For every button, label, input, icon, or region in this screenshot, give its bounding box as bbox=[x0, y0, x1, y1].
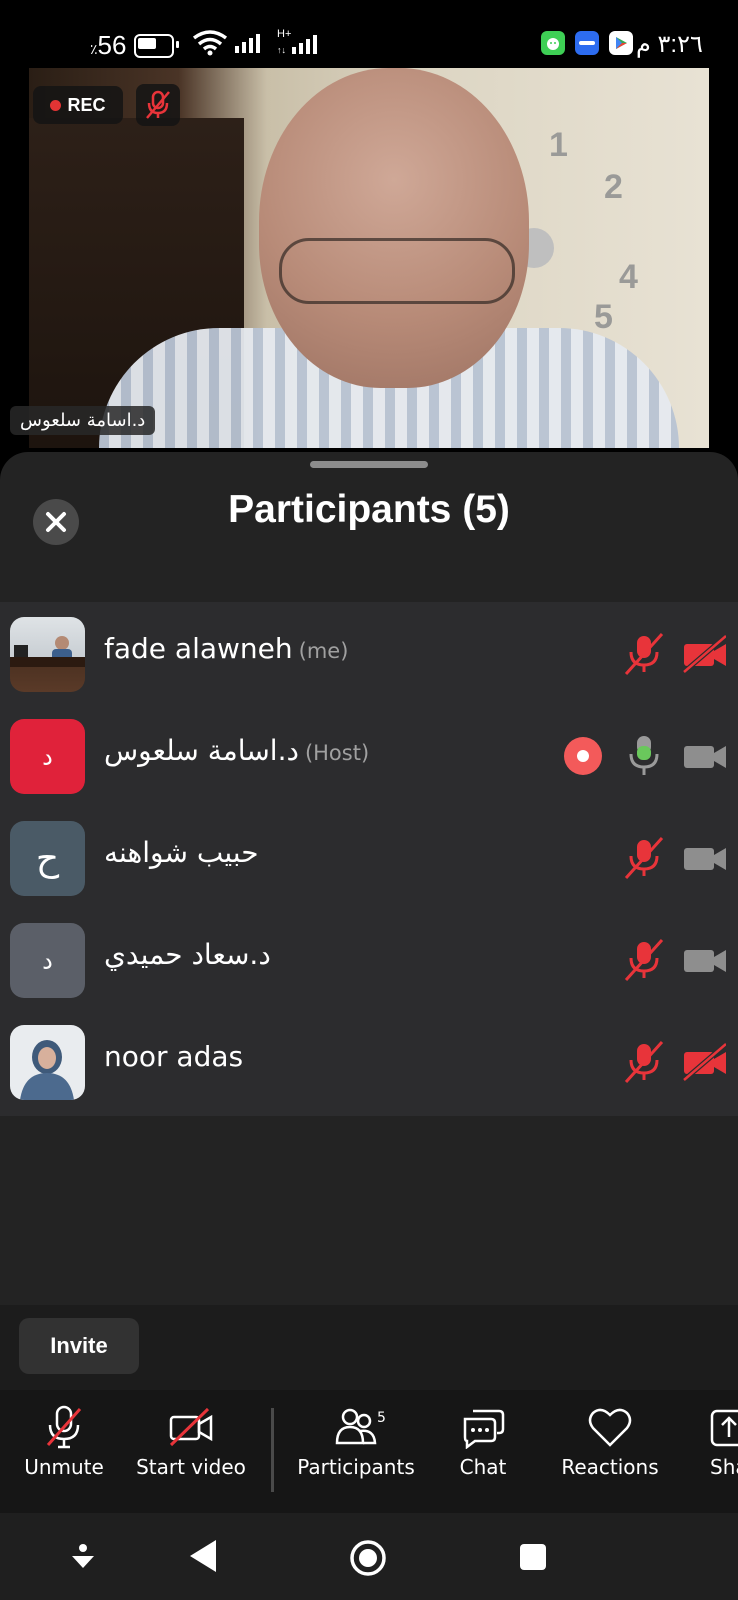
participant-name-line: fade alawneh (me) bbox=[104, 632, 348, 665]
signal-icon-2: ↑↓ bbox=[277, 35, 317, 55]
chat-button[interactable]: Chat bbox=[455, 1405, 511, 1495]
participant-name-line: د.سعاد حميدي bbox=[104, 938, 271, 971]
participant-avatar: ح bbox=[10, 821, 85, 896]
close-button[interactable] bbox=[33, 499, 79, 545]
mic-off-icon bbox=[46, 1405, 82, 1449]
participant-name-line: حبيب شواهنه bbox=[104, 836, 259, 869]
mic-on-icon[interactable] bbox=[622, 734, 666, 778]
recents-icon[interactable] bbox=[518, 1542, 548, 1572]
wall-clock-number: 2 bbox=[604, 168, 623, 206]
participant-avatar: د bbox=[10, 923, 85, 998]
unmute-button[interactable]: Unmute bbox=[22, 1405, 106, 1495]
wall-clock-number: 5 bbox=[594, 298, 613, 336]
battery-icon bbox=[134, 33, 180, 58]
toolbar-divider bbox=[271, 1408, 274, 1492]
svg-text:↑↓: ↑↓ bbox=[277, 45, 286, 55]
participants-count-badge: 5 bbox=[377, 1410, 386, 1426]
battery-indicator: ٪ 56 bbox=[90, 30, 180, 61]
participants-icon bbox=[335, 1408, 377, 1445]
start-video-label: Start video bbox=[136, 1455, 246, 1479]
participant-row[interactable]: د د.اسامة سلعوس (Host) bbox=[0, 704, 738, 806]
mic-muted-icon[interactable] bbox=[622, 938, 666, 982]
heart-icon bbox=[588, 1408, 632, 1447]
video-off-icon[interactable] bbox=[682, 632, 726, 676]
participant-row[interactable]: noor adas bbox=[0, 1010, 738, 1112]
home-icon[interactable] bbox=[348, 1538, 388, 1578]
mic-muted-icon[interactable] bbox=[622, 632, 666, 676]
keyboard-hide-icon[interactable] bbox=[68, 1542, 98, 1574]
share-icon bbox=[710, 1409, 738, 1447]
avatar-letter: ح bbox=[35, 838, 60, 879]
person-head bbox=[259, 68, 529, 388]
recording-status-icon bbox=[561, 734, 605, 778]
reactions-label: Reactions bbox=[561, 1455, 659, 1479]
participant-row[interactable]: fade alawneh (me) bbox=[0, 602, 738, 704]
participant-name: حبيب شواهنه bbox=[104, 836, 259, 869]
speaker-name-badge: د.اسامة سلعوس bbox=[10, 406, 156, 435]
share-label: Sha bbox=[710, 1455, 738, 1479]
reactions-button[interactable]: Reactions bbox=[561, 1405, 659, 1495]
start-video-button[interactable]: Start video bbox=[136, 1405, 246, 1495]
participants-label: Participants bbox=[297, 1455, 415, 1479]
share-button[interactable]: Sha bbox=[708, 1405, 738, 1495]
chat-icon bbox=[463, 1409, 505, 1449]
zoom-app-icon bbox=[575, 31, 599, 55]
avatar-letter: د bbox=[42, 946, 53, 975]
mic-muted-icon[interactable] bbox=[622, 1040, 666, 1084]
mic-off-icon bbox=[146, 90, 170, 119]
recording-indicator: REC bbox=[33, 86, 123, 124]
battery-level: 56 bbox=[97, 30, 127, 60]
invite-button[interactable]: Invite bbox=[19, 1318, 139, 1374]
video-off-icon bbox=[169, 1407, 213, 1447]
panel-title: Participants (5) bbox=[228, 488, 510, 531]
record-dot-icon bbox=[50, 99, 62, 111]
wifi-icon bbox=[192, 30, 228, 56]
drag-handle[interactable] bbox=[310, 461, 428, 468]
participant-name-line: د.اسامة سلعوس (Host) bbox=[104, 734, 369, 767]
participant-tag: (me) bbox=[298, 639, 349, 663]
active-speaker-video[interactable]: 1 2 4 5 7 bbox=[29, 68, 709, 448]
close-icon bbox=[46, 512, 66, 532]
unmute-label: Unmute bbox=[24, 1455, 104, 1479]
speaker-mute-badge bbox=[136, 84, 180, 126]
participants-button[interactable]: Participants bbox=[297, 1405, 415, 1495]
participant-avatar bbox=[10, 1025, 85, 1100]
wall-clock-number: 1 bbox=[549, 126, 568, 164]
video-on-icon[interactable] bbox=[682, 734, 726, 778]
participant-name: د.سعاد حميدي bbox=[104, 938, 271, 971]
signal-icon-1 bbox=[235, 34, 260, 53]
participant-avatar: د bbox=[10, 719, 85, 794]
participant-name: د.اسامة سلعوس bbox=[104, 734, 299, 767]
avatar-letter: د bbox=[42, 742, 53, 771]
clock-time: ٣:٢٦ م bbox=[636, 31, 703, 58]
participant-row[interactable]: ح حبيب شواهنه bbox=[0, 806, 738, 908]
video-on-icon[interactable] bbox=[682, 938, 726, 982]
video-on-icon[interactable] bbox=[682, 836, 726, 880]
play-store-icon bbox=[609, 31, 633, 55]
video-off-icon[interactable] bbox=[682, 1040, 726, 1084]
back-icon[interactable] bbox=[188, 1538, 218, 1574]
participant-name: noor adas bbox=[104, 1040, 244, 1073]
rec-label: REC bbox=[67, 94, 106, 115]
participant-name-line: noor adas bbox=[104, 1040, 243, 1073]
cat-app-icon bbox=[541, 31, 565, 55]
participant-avatar bbox=[10, 617, 85, 692]
chat-label: Chat bbox=[459, 1455, 507, 1479]
person-glasses bbox=[279, 238, 515, 304]
participant-name: fade alawneh bbox=[104, 632, 293, 665]
person-photo-icon bbox=[10, 636, 85, 667]
participant-row[interactable]: د د.سعاد حميدي bbox=[0, 908, 738, 1010]
person-photo-icon bbox=[20, 1040, 74, 1100]
participant-list: fade alawneh (me) د د.اسامة سلعوس (Host) ح bbox=[0, 602, 738, 1116]
participant-tag: (Host) bbox=[304, 741, 370, 765]
mic-muted-icon[interactable] bbox=[622, 836, 666, 880]
wall-clock-number: 4 bbox=[619, 258, 638, 296]
percent-symbol: ٪ bbox=[90, 41, 98, 57]
